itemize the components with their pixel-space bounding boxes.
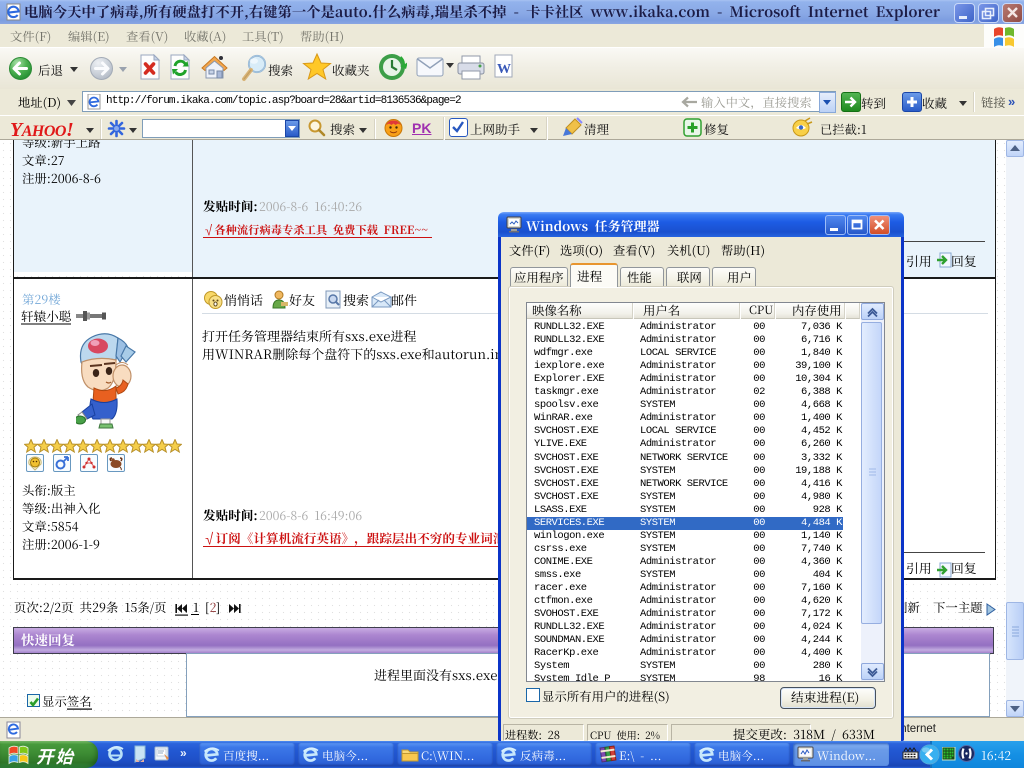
svg-text:W: W	[497, 62, 511, 77]
